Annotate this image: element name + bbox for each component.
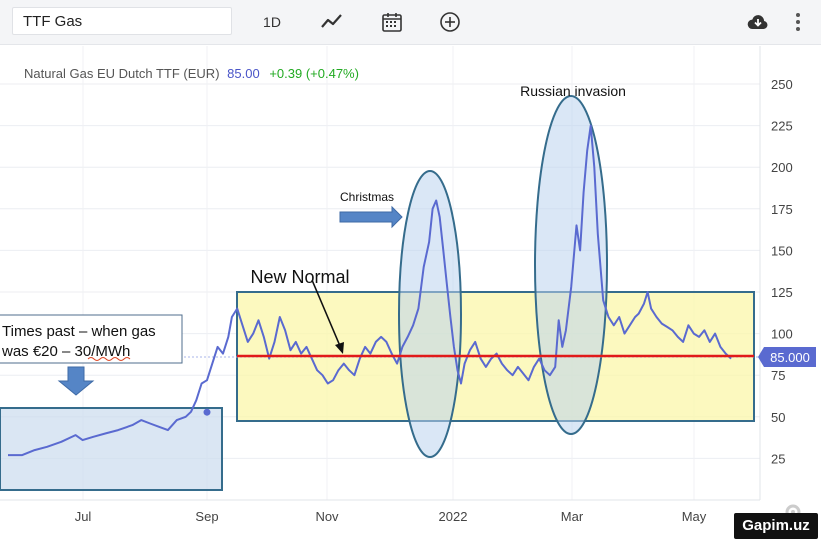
last-price-tag-label: 85.000 [770, 350, 810, 365]
calendar-icon[interactable] [380, 10, 404, 34]
christmas-arrow [339, 205, 403, 229]
christmas-spike-ellipse [398, 170, 462, 458]
down-arrow [57, 366, 95, 396]
y-tick-label: 150 [771, 243, 793, 258]
y-tick-label: 125 [771, 285, 793, 300]
cloud-download-icon[interactable] [746, 10, 770, 34]
y-axis: 25 50 75 100 125 150 175 200 225 250 [771, 77, 793, 466]
times-past-range-box [0, 407, 223, 491]
x-tick-label: Mar [561, 509, 584, 524]
times-past-callout: Times past – when gas was €20 – 30/MWh [0, 314, 183, 364]
y-tick-label: 75 [771, 368, 785, 383]
y-tick-label: 225 [771, 119, 793, 134]
christmas-label: Christmas [340, 190, 394, 204]
x-axis: Jul Sep Nov 2022 Mar May [75, 509, 707, 524]
times-past-line1: Times past – when gas [2, 323, 156, 340]
last-price: 85.00 [227, 66, 260, 81]
interval-button[interactable]: 1D [258, 8, 286, 36]
y-tick-label: 100 [771, 327, 793, 342]
y-tick-label: 250 [771, 77, 793, 92]
times-past-line2: was €20 – 30/MWh [1, 343, 130, 360]
new-normal-label: New Normal [250, 267, 349, 287]
svg-text:Natural Gas EU Dutch TTF (EUR): Natural Gas EU Dutch TTF (EUR) 85.00 +0.… [24, 66, 359, 81]
price-chart[interactable]: 25 50 75 100 125 150 175 200 225 250 Jul Sep Nov 202… [0, 44, 821, 543]
more-vert-icon[interactable] [786, 10, 810, 34]
instrument-name: Natural Gas EU Dutch TTF (EUR) [24, 66, 220, 81]
price-change: +0.39 (+0.47%) [269, 66, 359, 81]
add-indicator-icon[interactable] [438, 10, 462, 34]
toolbar: TTF Gas 1D [0, 0, 821, 45]
y-tick-label: 50 [771, 410, 785, 425]
x-tick-label: Nov [315, 509, 339, 524]
last-price-tag: 85.000 [758, 347, 816, 367]
price-marker [203, 408, 211, 416]
chart-header: Natural Gas EU Dutch TTF (EUR) 85.00 +0.… [24, 66, 359, 81]
russian-invasion-ellipse [534, 95, 608, 435]
y-tick-label: 175 [771, 202, 793, 217]
y-tick-label: 200 [771, 160, 793, 175]
x-tick-label: Sep [195, 509, 218, 524]
russian-invasion-label: Russian invasion [520, 83, 626, 99]
y-tick-label: 25 [771, 451, 785, 466]
symbol-search-input[interactable]: TTF Gas [12, 7, 232, 35]
x-tick-label: 2022 [439, 509, 468, 524]
x-tick-label: Jul [75, 509, 92, 524]
watermark: Gapim.uz [734, 513, 818, 539]
line-chart-icon[interactable] [320, 10, 344, 34]
x-tick-label: May [682, 509, 707, 524]
